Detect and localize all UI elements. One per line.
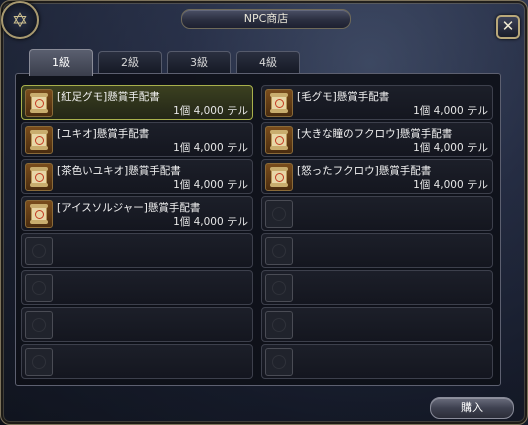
wanted-poster-icon bbox=[25, 126, 53, 154]
item-price: 1個 4,000 テル bbox=[413, 179, 488, 191]
item-price: 1個 4,000 テル bbox=[173, 216, 248, 228]
empty-slot bbox=[21, 233, 253, 268]
item-price: 1個 4,000 テル bbox=[173, 105, 248, 117]
item-slot-angry-owl[interactable]: [怒ったフクロウ]懸賞手配書 1個 4,000 テル bbox=[261, 159, 493, 194]
close-icon: ✕ bbox=[501, 17, 515, 35]
item-name: [茶色いユキオ]懸賞手配書 bbox=[57, 165, 181, 177]
item-name: [大きな瞳のフクロウ]懸賞手配書 bbox=[297, 128, 453, 140]
hexagram-emblem-icon: ✡ bbox=[1, 1, 39, 39]
empty-slot bbox=[21, 344, 253, 379]
item-price: 1個 4,000 テル bbox=[173, 179, 248, 191]
item-price: 1個 4,000 テル bbox=[413, 105, 488, 117]
item-price: 1個 4,000 テル bbox=[413, 142, 488, 154]
empty-slot-icon bbox=[25, 274, 53, 302]
item-slot-brown-yukio[interactable]: [茶色いユキオ]懸賞手配書 1個 4,000 テル bbox=[21, 159, 253, 194]
empty-slot bbox=[261, 270, 493, 305]
empty-slot-icon bbox=[265, 237, 293, 265]
empty-slot-icon bbox=[265, 348, 293, 376]
npc-shop-window: ✡ NPC商店 ✕ 1級 2級 3級 4級 [紅足グモ]懸賞手配書 1個 4,0… bbox=[0, 0, 528, 425]
wanted-poster-icon bbox=[265, 126, 293, 154]
item-price: 1個 4,000 テル bbox=[173, 142, 248, 154]
tab-grade-4[interactable]: 4級 bbox=[236, 51, 300, 74]
empty-slot-icon bbox=[265, 274, 293, 302]
item-slot-yukio[interactable]: [ユキオ]懸賞手配書 1個 4,000 テル bbox=[21, 122, 253, 157]
empty-slot bbox=[261, 344, 493, 379]
empty-slot-icon bbox=[25, 348, 53, 376]
wanted-poster-icon bbox=[25, 200, 53, 228]
item-name: [毛グモ]懸賞手配書 bbox=[297, 91, 390, 103]
empty-slot bbox=[261, 307, 493, 342]
item-slot-hairy-spider[interactable]: [毛グモ]懸賞手配書 1個 4,000 テル bbox=[261, 85, 493, 120]
tab-grade-2[interactable]: 2級 bbox=[98, 51, 162, 74]
wanted-poster-icon bbox=[25, 89, 53, 117]
item-list-panel: [紅足グモ]懸賞手配書 1個 4,000 テル [毛グモ]懸賞手配書 1個 4,… bbox=[15, 73, 501, 386]
item-name: [怒ったフクロウ]懸賞手配書 bbox=[297, 165, 432, 177]
empty-slot-icon bbox=[265, 311, 293, 339]
item-name: [アイスソルジャー]懸賞手配書 bbox=[57, 202, 201, 214]
wanted-poster-icon bbox=[25, 163, 53, 191]
tab-grade-3[interactable]: 3級 bbox=[167, 51, 231, 74]
empty-slot bbox=[261, 196, 493, 231]
empty-slot-icon bbox=[265, 200, 293, 228]
close-button[interactable]: ✕ bbox=[496, 15, 520, 39]
empty-slot-icon bbox=[25, 311, 53, 339]
empty-slot bbox=[21, 270, 253, 305]
item-slot-red-leg-spider[interactable]: [紅足グモ]懸賞手配書 1個 4,000 テル bbox=[21, 85, 253, 120]
buy-button[interactable]: 購入 bbox=[430, 397, 514, 419]
window-title: NPC商店 bbox=[181, 9, 351, 29]
item-slot-big-eyed-owl[interactable]: [大きな瞳のフクロウ]懸賞手配書 1個 4,000 テル bbox=[261, 122, 493, 157]
wanted-poster-icon bbox=[265, 163, 293, 191]
empty-slot bbox=[21, 307, 253, 342]
empty-slot-icon bbox=[25, 237, 53, 265]
item-name: [ユキオ]懸賞手配書 bbox=[57, 128, 150, 140]
wanted-poster-icon bbox=[265, 89, 293, 117]
item-slot-ice-soldier[interactable]: [アイスソルジャー]懸賞手配書 1個 4,000 テル bbox=[21, 196, 253, 231]
tab-grade-1[interactable]: 1級 bbox=[29, 49, 93, 76]
item-name: [紅足グモ]懸賞手配書 bbox=[57, 91, 160, 103]
empty-slot bbox=[261, 233, 493, 268]
